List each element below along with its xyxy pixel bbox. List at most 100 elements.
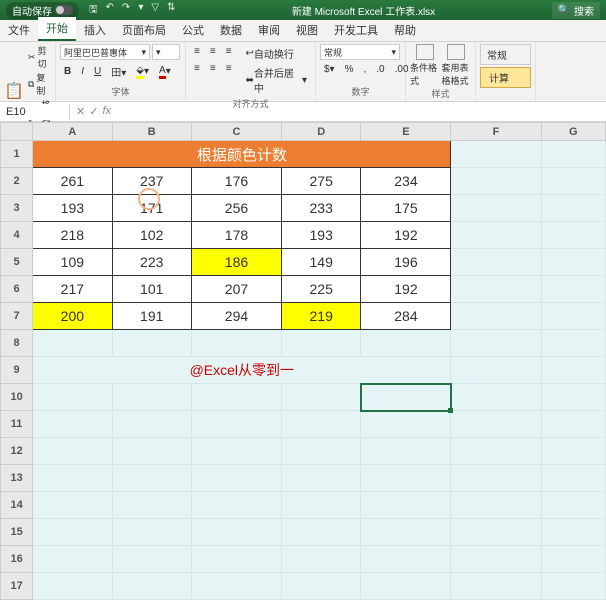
row-header-17[interactable]: 17 bbox=[1, 573, 33, 600]
undo-icon[interactable]: ↶ bbox=[106, 2, 114, 19]
col-header-B[interactable]: B bbox=[112, 123, 191, 141]
cell-A8[interactable] bbox=[33, 330, 112, 357]
cell-D13[interactable] bbox=[282, 465, 361, 492]
cell-A12[interactable] bbox=[33, 438, 112, 465]
fx-icon[interactable]: fx bbox=[102, 105, 111, 118]
cell-C4[interactable]: 178 bbox=[191, 222, 281, 249]
cell-G17[interactable] bbox=[541, 573, 605, 600]
cell-G12[interactable] bbox=[541, 438, 605, 465]
cell-E6[interactable]: 192 bbox=[361, 276, 451, 303]
increase-decimal-button[interactable]: .0 bbox=[372, 62, 388, 77]
filter-icon[interactable]: ▽ bbox=[151, 2, 159, 19]
cell-E17[interactable] bbox=[361, 573, 451, 600]
percent-button[interactable]: % bbox=[341, 62, 358, 77]
cell-A11[interactable] bbox=[33, 411, 112, 438]
cell-A2[interactable]: 261 bbox=[33, 168, 112, 195]
cell-A13[interactable] bbox=[33, 465, 112, 492]
font-size-select[interactable]: ▾ bbox=[152, 44, 180, 60]
tab-data[interactable]: 数据 bbox=[212, 19, 250, 41]
fill-color-button[interactable]: ⬙▾ bbox=[132, 62, 153, 81]
cell-D6[interactable]: 225 bbox=[282, 276, 361, 303]
cancel-icon[interactable]: ✕ bbox=[76, 105, 85, 118]
col-header-G[interactable]: G bbox=[541, 123, 605, 141]
align-top-button[interactable]: ≡ bbox=[190, 44, 204, 59]
row-header-6[interactable]: 6 bbox=[1, 276, 33, 303]
title-cell[interactable]: 根据颜色计数 bbox=[33, 141, 451, 168]
cell-F6[interactable] bbox=[451, 276, 541, 303]
cell-B3[interactable]: 171 bbox=[112, 195, 191, 222]
worksheet[interactable]: ABCDEFG1根据颜色计数22612371762752343193171256… bbox=[0, 122, 606, 600]
cell-C14[interactable] bbox=[191, 492, 281, 519]
cell-C17[interactable] bbox=[191, 573, 281, 600]
cell-E2[interactable]: 234 bbox=[361, 168, 451, 195]
cell-F9[interactable] bbox=[451, 357, 541, 384]
row-header-1[interactable]: 1 bbox=[1, 141, 33, 168]
name-box[interactable]: E10 bbox=[0, 104, 70, 120]
select-all-corner[interactable] bbox=[1, 123, 33, 141]
cell-F14[interactable] bbox=[451, 492, 541, 519]
tab-view[interactable]: 视图 bbox=[288, 19, 326, 41]
currency-button[interactable]: $▾ bbox=[320, 62, 339, 77]
cell-G9[interactable] bbox=[541, 357, 605, 384]
row-header-5[interactable]: 5 bbox=[1, 249, 33, 276]
search-box[interactable]: 🔍 搜索 bbox=[552, 2, 600, 19]
cell-B10[interactable] bbox=[112, 384, 191, 411]
tab-dev[interactable]: 开发工具 bbox=[326, 19, 386, 41]
row-header-12[interactable]: 12 bbox=[1, 438, 33, 465]
cell-G14[interactable] bbox=[541, 492, 605, 519]
cell-E4[interactable]: 192 bbox=[361, 222, 451, 249]
cell-D10[interactable] bbox=[282, 384, 361, 411]
cell-F7[interactable] bbox=[451, 303, 541, 330]
tab-file[interactable]: 文件 bbox=[0, 19, 38, 41]
save-icon[interactable]: 🖫 bbox=[89, 2, 98, 19]
cell-F2[interactable] bbox=[451, 168, 541, 195]
row-header-7[interactable]: 7 bbox=[1, 303, 33, 330]
cell-D8[interactable] bbox=[282, 330, 361, 357]
align-center-button[interactable]: ≡ bbox=[206, 61, 220, 76]
cell-B2[interactable]: 237 bbox=[112, 168, 191, 195]
cell-C8[interactable] bbox=[191, 330, 281, 357]
dropdown-icon[interactable]: ▾ bbox=[138, 2, 143, 19]
cell-G3[interactable] bbox=[541, 195, 605, 222]
cell-F12[interactable] bbox=[451, 438, 541, 465]
cell-B12[interactable] bbox=[112, 438, 191, 465]
row-header-4[interactable]: 4 bbox=[1, 222, 33, 249]
row-header-14[interactable]: 14 bbox=[1, 492, 33, 519]
italic-button[interactable]: I bbox=[77, 62, 88, 81]
cell-F16[interactable] bbox=[451, 546, 541, 573]
cell-D4[interactable]: 193 bbox=[282, 222, 361, 249]
cell-E10[interactable] bbox=[361, 384, 451, 411]
cell-B17[interactable] bbox=[112, 573, 191, 600]
cell-A5[interactable]: 109 bbox=[33, 249, 112, 276]
style-calc[interactable]: 计算 bbox=[480, 67, 531, 88]
cell-G11[interactable] bbox=[541, 411, 605, 438]
cell-B4[interactable]: 102 bbox=[112, 222, 191, 249]
cell-B16[interactable] bbox=[112, 546, 191, 573]
cell-B7[interactable]: 191 bbox=[112, 303, 191, 330]
watermark-cell[interactable]: @Excel从零到一 bbox=[33, 357, 451, 384]
cell-A6[interactable]: 217 bbox=[33, 276, 112, 303]
cell-D2[interactable]: 275 bbox=[282, 168, 361, 195]
row-header-2[interactable]: 2 bbox=[1, 168, 33, 195]
formula-bar[interactable] bbox=[117, 110, 606, 114]
cell-C3[interactable]: 256 bbox=[191, 195, 281, 222]
cell-F15[interactable] bbox=[451, 519, 541, 546]
cell-G5[interactable] bbox=[541, 249, 605, 276]
font-color-button[interactable]: A▾ bbox=[155, 62, 175, 81]
merge-button[interactable]: ⬌合并后居中▾ bbox=[242, 63, 311, 97]
cut-button[interactable]: ✂剪切 bbox=[28, 44, 51, 70]
cell-B5[interactable]: 223 bbox=[112, 249, 191, 276]
cell-E11[interactable] bbox=[361, 411, 451, 438]
cell-A14[interactable] bbox=[33, 492, 112, 519]
cell-E3[interactable]: 175 bbox=[361, 195, 451, 222]
col-header-F[interactable]: F bbox=[451, 123, 541, 141]
cell-B14[interactable] bbox=[112, 492, 191, 519]
enter-icon[interactable]: ✓ bbox=[89, 105, 98, 118]
cell-G15[interactable] bbox=[541, 519, 605, 546]
bold-button[interactable]: B bbox=[60, 62, 75, 81]
sort-icon[interactable]: ⇅ bbox=[167, 2, 175, 19]
cell-F10[interactable] bbox=[451, 384, 541, 411]
tab-review[interactable]: 审阅 bbox=[250, 19, 288, 41]
cell-C16[interactable] bbox=[191, 546, 281, 573]
tab-layout[interactable]: 页面布局 bbox=[114, 19, 174, 41]
